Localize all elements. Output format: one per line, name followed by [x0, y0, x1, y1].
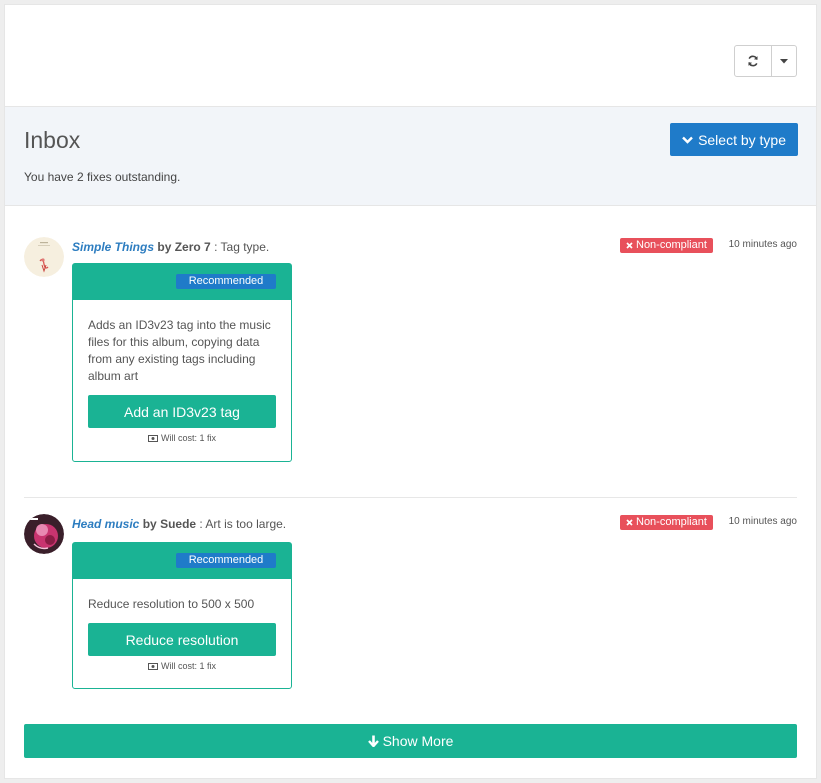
- chevron-down-icon: [682, 136, 693, 144]
- issue-text: : Tag type.: [214, 240, 270, 254]
- status-badge-label: Non-compliant: [636, 516, 707, 528]
- item-divider: [24, 497, 797, 498]
- by-label: by: [142, 517, 157, 531]
- artist-name: Suede: [160, 517, 197, 531]
- refresh-icon: [748, 55, 758, 67]
- add-id3v23-tag-button[interactable]: Add an ID3v23 tag: [88, 395, 276, 428]
- artist-name: Zero 7: [174, 240, 211, 254]
- album-art-avatar[interactable]: [24, 237, 64, 277]
- fix-cost-label: Will cost: 1 fix: [160, 433, 216, 443]
- page-title: Inbox: [24, 127, 81, 153]
- toolbar-panel: [4, 4, 817, 107]
- show-more-button[interactable]: Show More: [24, 724, 797, 758]
- show-more-label: Show More: [382, 733, 454, 749]
- arrow-down-icon: [367, 735, 379, 747]
- money-icon: [147, 434, 158, 442]
- select-by-type-label: Select by type: [698, 131, 786, 148]
- caret-down-icon: [780, 58, 788, 63]
- close-icon: [626, 242, 633, 249]
- refresh-button-group: [734, 45, 797, 77]
- fix-cost: Will cost: 1 fix: [73, 661, 291, 671]
- reduce-resolution-button[interactable]: Reduce resolution: [88, 623, 276, 656]
- fix-card: Recommended Adds an ID3v23 tag into the …: [72, 263, 292, 462]
- issue-text: : Art is too large.: [199, 517, 287, 531]
- status-badge: Non-compliant: [620, 515, 713, 530]
- fix-description: Adds an ID3v23 tag into the music files …: [88, 318, 271, 383]
- fix-card-header: Recommended: [73, 264, 291, 300]
- refresh-button[interactable]: [734, 45, 772, 77]
- status-badge-label: Non-compliant: [636, 239, 707, 251]
- fixes-outstanding-text: You have 2 fixes outstanding.: [24, 170, 181, 184]
- by-label: by: [157, 240, 172, 254]
- album-link[interactable]: Simple Things: [72, 240, 154, 254]
- select-by-type-button[interactable]: Select by type: [670, 123, 798, 156]
- album-art-avatar[interactable]: [24, 514, 64, 554]
- timestamp: 10 minutes ago: [728, 239, 797, 250]
- status-badge: Non-compliant: [620, 238, 713, 253]
- refresh-options-button[interactable]: [772, 45, 797, 77]
- item-summary: Simple Things by Zero 7 : Tag type.: [72, 240, 269, 254]
- fix-card-header: Recommended: [73, 543, 291, 579]
- recommended-badge: Recommended: [176, 553, 276, 568]
- fix-card: Recommended Reduce resolution to 500 x 5…: [72, 542, 292, 689]
- inbox-header: Inbox You have 2 fixes outstanding. Sele…: [5, 107, 816, 206]
- album-art-image: [24, 237, 64, 277]
- recommended-badge: Recommended: [176, 274, 276, 289]
- fix-cost-label: Will cost: 1 fix: [160, 661, 216, 671]
- close-icon: [626, 519, 633, 526]
- timestamp: 10 minutes ago: [728, 516, 797, 527]
- album-link[interactable]: Head music: [72, 517, 139, 531]
- item-summary: Head music by Suede : Art is too large.: [72, 517, 286, 531]
- fix-description: Reduce resolution to 500 x 500: [88, 597, 255, 611]
- fix-cost: Will cost: 1 fix: [73, 433, 291, 443]
- money-icon: [147, 662, 158, 670]
- inbox-panel: Inbox You have 2 fixes outstanding. Sele…: [4, 106, 817, 779]
- album-art-image: [24, 514, 64, 554]
